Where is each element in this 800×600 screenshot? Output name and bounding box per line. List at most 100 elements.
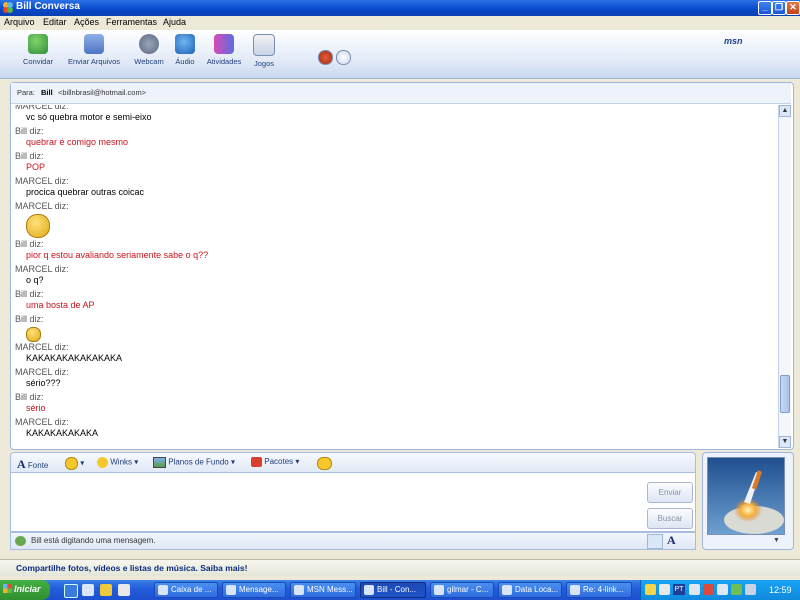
message-text: POP xyxy=(26,162,46,172)
menu-ajuda[interactable]: Ajuda xyxy=(163,17,186,27)
tray-volume-icon[interactable] xyxy=(745,584,756,595)
toolbar: Convidar Enviar Arquivos Webcam Áudio At… xyxy=(0,30,800,79)
taskbar-item-5[interactable]: gilmar - C... xyxy=(430,582,494,598)
title-bar: Bill Conversa _ ❐ ✕ xyxy=(0,0,800,16)
backgrounds-icon xyxy=(153,457,166,468)
tray-display-icon[interactable] xyxy=(717,584,728,595)
menu-ferramentas[interactable]: Ferramentas xyxy=(106,17,157,27)
minimize-button[interactable]: _ xyxy=(758,1,772,15)
display-picture-panel: ▼ xyxy=(702,452,794,550)
task-label: Re: 4-link... xyxy=(583,585,624,594)
task-window-icon xyxy=(364,585,374,595)
winks-button[interactable]: Winks ▾ xyxy=(97,457,138,468)
scrollbar-thumb[interactable] xyxy=(780,375,790,413)
sender-line: Bill diz: xyxy=(15,239,44,249)
font-button[interactable]: A Fonte xyxy=(17,457,48,472)
taskbar-item-1[interactable]: Caixa de ... xyxy=(154,582,218,598)
shuttle-launch-image xyxy=(708,458,784,534)
task-label: Caixa de ... xyxy=(171,585,212,594)
taskbar-item-2[interactable]: Mensage... xyxy=(222,582,286,598)
smiley-icon xyxy=(65,457,78,470)
taskbar-item-6[interactable]: Data Loca... xyxy=(498,582,562,598)
nudge-button[interactable] xyxy=(317,457,332,470)
message-text: sério??? xyxy=(26,378,61,388)
tray-msn-icon[interactable] xyxy=(731,584,742,595)
tray-network-icon[interactable] xyxy=(689,584,700,595)
start-button[interactable]: Iniciar xyxy=(0,580,50,600)
taskbar-item-7[interactable]: Re: 4-link... xyxy=(566,582,632,598)
activities-button[interactable]: Atividades xyxy=(202,34,246,74)
sender-line: MARCEL diz: xyxy=(15,176,69,186)
taskbar-item-4[interactable]: Bill - Con... xyxy=(360,582,426,598)
start-label: Iniciar xyxy=(14,584,41,594)
emoticon-menu-button[interactable]: ▾ xyxy=(65,457,84,470)
winking-emoticon-icon xyxy=(26,214,50,238)
taskbar-item-3[interactable]: MSN Mess... xyxy=(290,582,356,598)
task-window-icon xyxy=(226,585,236,595)
sender-line: Bill diz: xyxy=(15,314,44,324)
system-tray: PT 12:59 xyxy=(640,580,800,600)
media-player-icon[interactable] xyxy=(100,584,112,596)
message-input[interactable]: Enviar Buscar xyxy=(10,472,696,532)
maximize-button[interactable]: ❐ xyxy=(772,1,786,15)
audio-button[interactable]: Áudio xyxy=(170,34,200,74)
send-button[interactable]: Enviar xyxy=(647,482,693,503)
font-a-icon: A xyxy=(17,457,26,471)
folder-icon[interactable] xyxy=(118,584,130,596)
conversation-panel: Para: Bill <billnbrasil@hotmail.com> MAR… xyxy=(10,82,794,450)
winks-icon xyxy=(97,457,108,468)
contact-status-icon xyxy=(15,536,26,546)
language-indicator[interactable]: PT xyxy=(673,584,685,595)
scroll-up-arrow-icon[interactable]: ▲ xyxy=(779,105,791,117)
display-picture[interactable] xyxy=(707,457,785,535)
sender-line: Bill diz: xyxy=(15,392,44,402)
tray-notify-icon[interactable] xyxy=(645,584,656,595)
nudge-icon xyxy=(317,457,332,470)
windows-logo-icon xyxy=(3,584,12,593)
ie-icon[interactable] xyxy=(64,584,78,598)
webcam-button[interactable]: Webcam xyxy=(130,34,168,74)
games-button[interactable]: Jogos xyxy=(250,34,278,74)
sender-line: MARCEL diz: xyxy=(15,264,69,274)
backgrounds-button[interactable]: Planos de Fundo ▾ xyxy=(153,457,235,468)
history-scrollbar[interactable]: ▲ ▼ xyxy=(778,105,791,448)
options-icon[interactable] xyxy=(336,50,351,65)
invite-button[interactable]: Convidar xyxy=(20,34,56,74)
block-icon[interactable] xyxy=(318,50,333,65)
backgrounds-label: Planos de Fundo xyxy=(168,457,229,467)
message-history[interactable]: MARCEL diz: vc só quebra motor e semi-eix… xyxy=(11,105,777,447)
menu-editar[interactable]: Editar xyxy=(43,17,67,27)
scroll-down-arrow-icon[interactable]: ▼ xyxy=(779,436,791,448)
msn-logo: msn xyxy=(724,36,743,46)
to-bar: Para: Bill <billnbrasil@hotmail.com> xyxy=(11,83,791,104)
sender-line: Bill diz: xyxy=(15,151,44,161)
tray-antivirus-icon[interactable] xyxy=(703,584,714,595)
message-text: procica quebrar outras coicac xyxy=(26,187,145,197)
tray-pen-icon[interactable] xyxy=(659,584,670,595)
menu-arquivo[interactable]: Arquivo xyxy=(4,17,35,27)
winks-label: Winks xyxy=(110,457,133,467)
show-desktop-icon[interactable] xyxy=(82,584,94,596)
activities-icon xyxy=(214,34,234,54)
send-files-button[interactable]: Enviar Arquivos xyxy=(62,34,126,74)
task-window-icon xyxy=(570,585,580,595)
text-mode-icon[interactable]: A xyxy=(667,533,676,548)
task-label: Data Loca... xyxy=(515,585,559,594)
ad-banner[interactable]: Compartilhe fotos, vídeos e listas de mú… xyxy=(0,559,800,576)
handwriting-icon[interactable] xyxy=(647,534,663,549)
message-text: sério xyxy=(26,403,46,413)
search-button[interactable]: Buscar xyxy=(647,508,693,529)
sender-line: MARCEL diz: xyxy=(15,105,69,111)
menu-acoes[interactable]: Ações xyxy=(74,17,99,27)
sender-line: MARCEL diz: xyxy=(15,367,69,377)
close-button[interactable]: ✕ xyxy=(786,1,800,15)
picture-menu-arrow-icon[interactable]: ▼ xyxy=(773,537,780,544)
message-text: KAKAKAKAKAKA xyxy=(26,428,99,438)
banner-text[interactable]: Compartilhe fotos, vídeos e listas de mú… xyxy=(16,563,247,573)
clock: 12:59 xyxy=(769,585,792,595)
sender-line: MARCEL diz: xyxy=(15,417,69,427)
packs-button[interactable]: Pacotes ▾ xyxy=(251,457,299,467)
invite-contact-icon xyxy=(28,34,48,54)
message-text: KAKAKAKAKAKAKAKA xyxy=(26,353,123,363)
task-label: Bill - Con... xyxy=(377,585,417,594)
